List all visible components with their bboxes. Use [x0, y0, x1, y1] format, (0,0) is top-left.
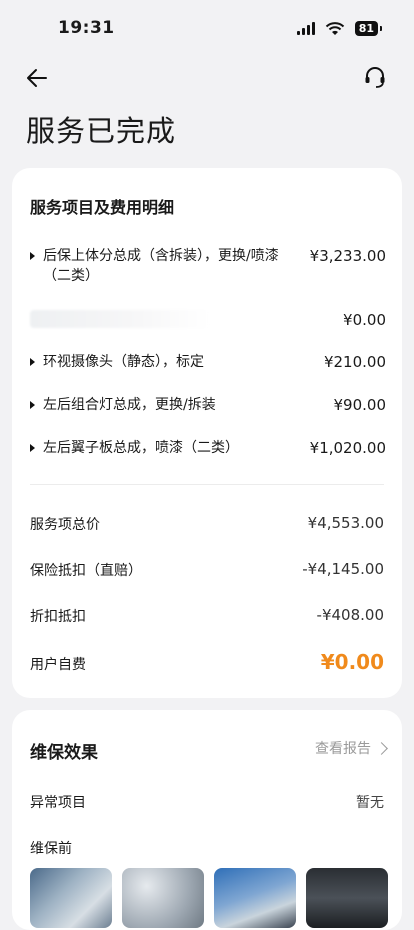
- summary-label: 保险抵扣（直赔）: [30, 563, 142, 579]
- summary-label: 服务项总价: [30, 517, 100, 533]
- fee-item: ¥0.00: [30, 310, 386, 330]
- summary-value: -¥408.00: [316, 606, 384, 624]
- abnormal-items-label: 异常项目: [30, 795, 86, 811]
- fee-details-card: 服务项目及费用明细 后保上体分总成（含拆装），更换/喷漆（二类） ¥3,233.…: [12, 168, 402, 698]
- effect-title: 维保效果: [30, 743, 98, 763]
- status-time: 19:31: [58, 18, 115, 38]
- maintenance-effect-card: 维保效果 查看报告 异常项目 暂无 维保前: [12, 710, 402, 930]
- page-title: 服务已完成: [26, 114, 177, 148]
- summary-value: ¥4,553.00: [307, 514, 384, 532]
- summary-label: 用户自费: [30, 657, 86, 673]
- status-bar: 19:31 81: [0, 0, 414, 56]
- view-report-link[interactable]: 查看报告: [315, 738, 388, 758]
- chevron-right-icon: [375, 741, 388, 755]
- signal-icon: [296, 22, 315, 35]
- fee-item-price: ¥0.00: [343, 311, 386, 329]
- photo-thumbnail[interactable]: [214, 868, 296, 928]
- fee-item-price: ¥3,233.00: [309, 247, 386, 265]
- before-photos: [30, 868, 388, 928]
- battery-icon: 81: [354, 21, 383, 36]
- fee-item: 左后翼子板总成，喷漆（二类） ¥1,020.00: [30, 438, 386, 458]
- triangle-bullet-icon: [30, 444, 35, 452]
- summary-value: -¥4,145.00: [302, 560, 384, 578]
- divider: [30, 484, 384, 485]
- fee-item-name: 左后组合灯总成，更换/拆装: [43, 397, 216, 413]
- fee-item-price: ¥210.00: [323, 353, 386, 371]
- triangle-bullet-icon: [30, 252, 35, 260]
- fee-item-price: ¥90.00: [333, 396, 387, 414]
- self-pay-amount: ¥0.00: [320, 650, 384, 674]
- before-maintenance-label: 维保前: [30, 841, 72, 857]
- triangle-bullet-icon: [30, 401, 35, 409]
- nav-bar: [0, 58, 414, 98]
- fee-item-name: 左后翼子板总成，喷漆（二类）: [43, 440, 239, 456]
- fee-item: 后保上体分总成（含拆装），更换/喷漆（二类） ¥3,233.00: [30, 246, 386, 286]
- summary-label: 折扣抵扣: [30, 609, 86, 625]
- status-icons: 81: [296, 21, 383, 36]
- fee-item-name: 后保上体分总成（含拆装），更换/喷漆（二类）: [43, 248, 279, 284]
- fee-item-name: 环视摄像头（静态），标定: [43, 354, 204, 370]
- photo-thumbnail[interactable]: [122, 868, 204, 928]
- photo-thumbnail[interactable]: [30, 868, 112, 928]
- abnormal-items-value: 暂无: [356, 795, 384, 811]
- fee-item-price: ¥1,020.00: [309, 439, 386, 457]
- wifi-icon: [325, 21, 344, 35]
- customer-service-headset-icon[interactable]: [362, 64, 388, 90]
- fee-item: 左后组合灯总成，更换/拆装 ¥90.00: [30, 395, 386, 415]
- fee-details-title: 服务项目及费用明细: [30, 198, 175, 217]
- photo-thumbnail[interactable]: [306, 868, 388, 928]
- fee-item: 环视摄像头（静态），标定 ¥210.00: [30, 352, 386, 372]
- triangle-bullet-icon: [30, 358, 35, 366]
- view-report-label: 查看报告: [315, 741, 371, 757]
- back-arrow-icon[interactable]: [24, 64, 52, 92]
